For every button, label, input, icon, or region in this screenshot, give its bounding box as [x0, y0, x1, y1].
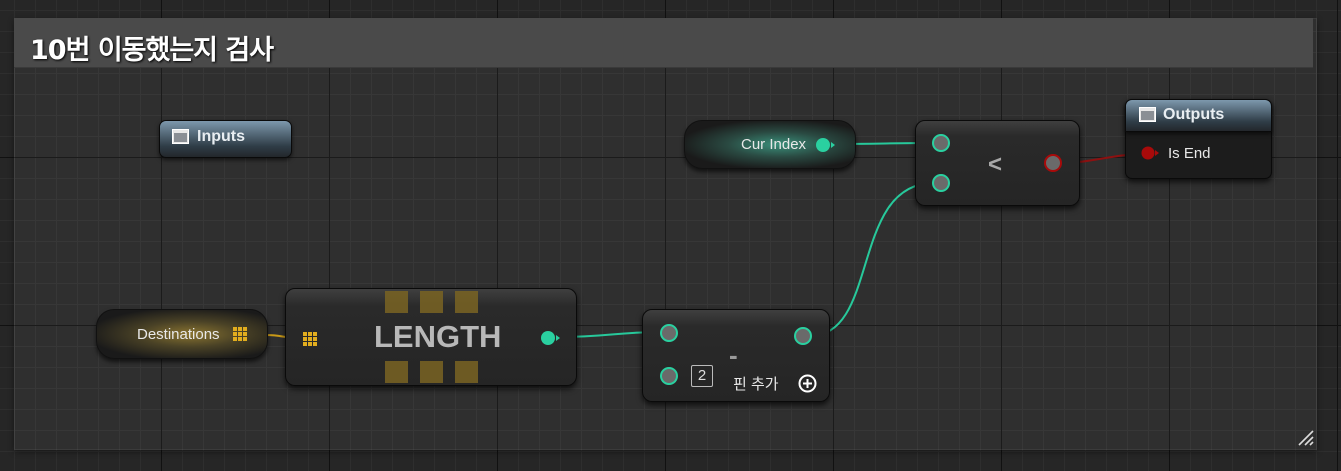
inputs-title: Inputs: [197, 128, 245, 145]
cur-index-variable-node[interactable]: Cur Index: [684, 120, 856, 169]
length-node[interactable]: LENGTH: [285, 288, 577, 386]
length-output-pin[interactable]: [540, 330, 562, 346]
plus-circle-icon[interactable]: [798, 374, 817, 393]
cur-index-label: Cur Index: [741, 136, 807, 153]
inputs-tunnel-node[interactable]: Inputs: [159, 120, 292, 158]
array-grid-icon[interactable]: [232, 326, 248, 342]
subtract-node[interactable]: 2 - 핀 추가: [642, 309, 830, 402]
add-pin-label[interactable]: 핀 추가: [733, 373, 779, 394]
subtract-symbol: -: [729, 340, 738, 370]
outputs-header: Outputs: [1125, 99, 1272, 132]
subtract-input-b-pin[interactable]: [660, 367, 678, 385]
less-symbol: <: [988, 151, 1003, 178]
is-end-input-pin[interactable]: [1141, 146, 1161, 160]
less-output-pin[interactable]: [1044, 154, 1062, 172]
less-than-node[interactable]: <: [915, 120, 1080, 206]
subtract-output-pin[interactable]: [794, 327, 812, 345]
less-input-b-pin[interactable]: [932, 174, 950, 192]
outputs-title: Outputs: [1163, 106, 1225, 123]
less-input-a-pin[interactable]: [932, 134, 950, 152]
tunnel-window-icon: [172, 129, 189, 144]
destinations-label: Destinations: [137, 326, 220, 343]
outputs-tunnel-node[interactable]: Outputs Is End: [1125, 99, 1272, 179]
length-input-array-pin[interactable]: [302, 331, 318, 347]
cur-index-output-pin[interactable]: [815, 137, 837, 153]
subtract-input-a-pin[interactable]: [660, 324, 678, 342]
subtract-pin-index: 2: [691, 365, 713, 387]
is-end-label: Is End: [1168, 145, 1211, 162]
destinations-variable-node[interactable]: Destinations: [96, 309, 268, 359]
tunnel-window-icon: [1139, 107, 1156, 122]
length-title: LENGTH: [374, 319, 502, 354]
